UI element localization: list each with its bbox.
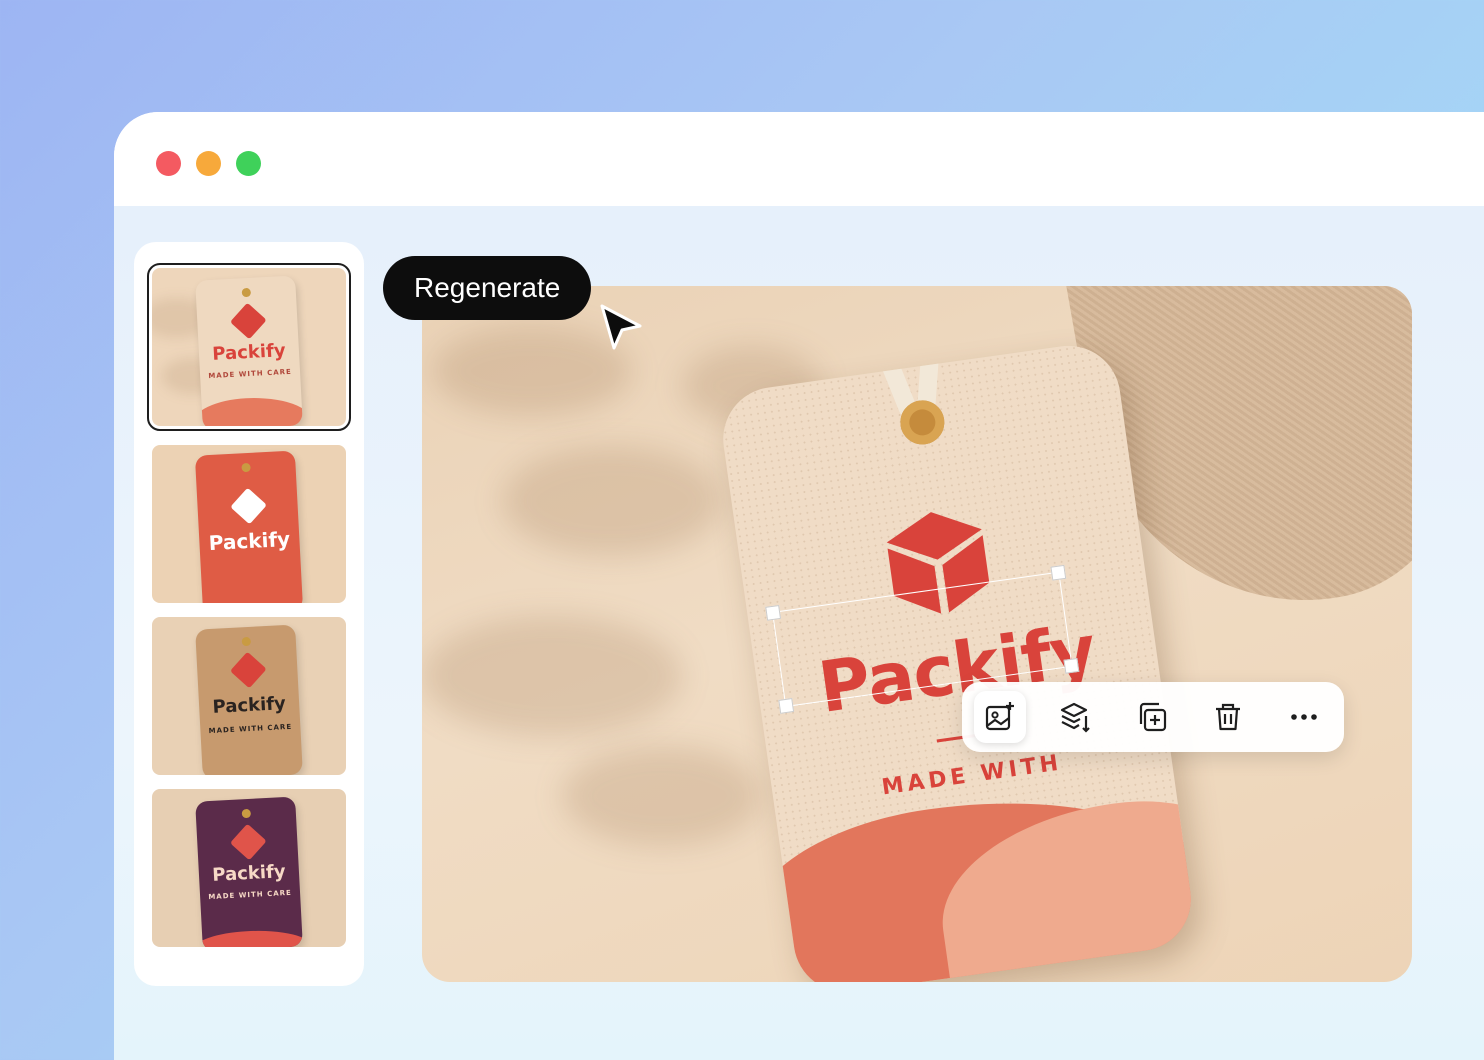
thumbnail-3[interactable]: Packify MADE WITH CARE	[152, 617, 346, 775]
minimize-window-button[interactable]	[196, 151, 221, 176]
layers-icon	[1060, 702, 1090, 733]
tag-preview: Packify MADE WITH CARE	[195, 275, 303, 426]
more-icon	[1291, 714, 1317, 720]
title-bar	[114, 112, 1484, 206]
maximize-window-button[interactable]	[236, 151, 261, 176]
thumbnail-brand: Packify	[211, 340, 287, 365]
thumbnail-1[interactable]: Packify MADE WITH CARE	[147, 263, 351, 431]
trash-icon	[1216, 703, 1240, 731]
duplicate-icon	[1139, 702, 1167, 732]
layers-button[interactable]	[1050, 691, 1102, 743]
thumbnail-4[interactable]: Packify MADE WITH CARE	[152, 789, 346, 947]
duplicate-button[interactable]	[1126, 691, 1178, 743]
thumbnail-brand: Packify	[211, 861, 287, 886]
thumbnail-subtitle: MADE WITH CARE	[208, 888, 293, 902]
resize-handle[interactable]	[1063, 657, 1080, 674]
resize-handle[interactable]	[778, 698, 795, 714]
box-logo-icon	[229, 823, 267, 861]
floating-toolbar	[962, 682, 1344, 752]
image-edit-icon	[985, 702, 1014, 731]
thumbnail-panel: Packify MADE WITH CARE Packify Packify M…	[134, 242, 364, 986]
close-window-button[interactable]	[156, 151, 181, 176]
resize-handle[interactable]	[1050, 564, 1067, 581]
mouse-pointer-icon	[600, 304, 642, 350]
thumbnail-subtitle: MADE WITH CARE	[208, 722, 293, 736]
box-logo-icon	[229, 651, 267, 689]
resize-handle[interactable]	[765, 604, 782, 621]
box-logo-icon	[229, 302, 267, 340]
more-options-button[interactable]	[1278, 691, 1330, 743]
thumbnail-2[interactable]: Packify	[152, 445, 346, 603]
thumbnail-brand: Packify	[212, 693, 287, 718]
image-edit-button[interactable]	[974, 691, 1026, 743]
delete-button[interactable]	[1202, 691, 1254, 743]
tag-preview: Packify	[194, 450, 304, 603]
thumbnail-brand: Packify	[208, 526, 291, 556]
regenerate-button[interactable]: Regenerate	[383, 256, 592, 320]
box-logo-icon	[230, 487, 267, 525]
thumbnail-subtitle: MADE WITH CARE	[208, 367, 293, 381]
tag-preview: Packify MADE WITH CARE	[195, 796, 303, 947]
tag-preview: Packify MADE WITH CARE	[195, 624, 303, 775]
